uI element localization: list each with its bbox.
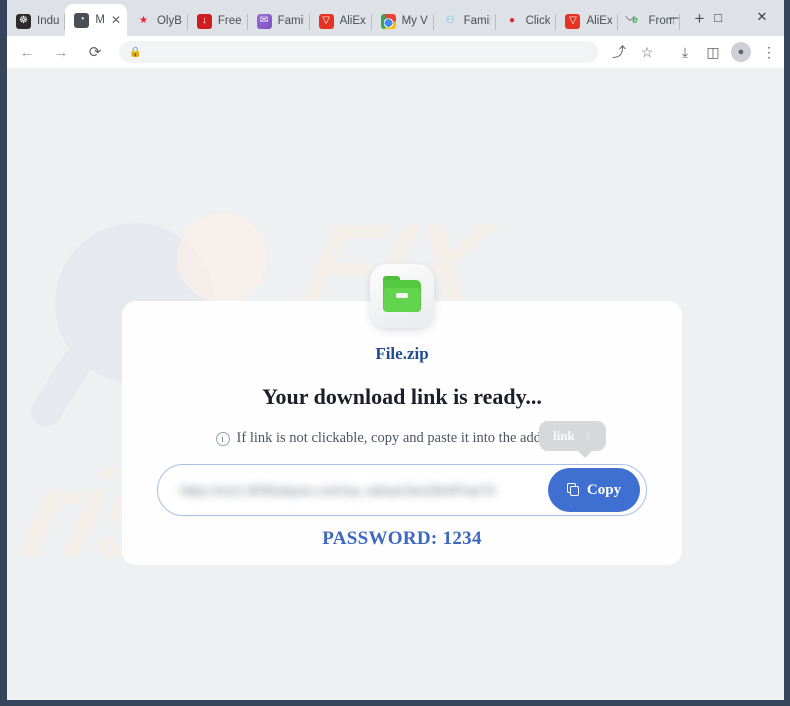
browser-tab-label: AliEx xyxy=(339,15,366,27)
forward-button[interactable]: → xyxy=(47,38,75,66)
aliexpress-icon: ▽ xyxy=(565,13,581,29)
downloads-icon[interactable]: ⤓ xyxy=(672,39,698,65)
browser-tab-label: Famil xyxy=(277,15,304,27)
share-icon[interactable]: ⤴ xyxy=(606,39,632,65)
back-button[interactable]: ← xyxy=(13,38,41,66)
gamepad-icon: ⚇ xyxy=(445,15,455,26)
page-viewport: FIX risk.com File.zip Your downlo xyxy=(7,68,784,700)
tab-list: ☸ Indu ◔ M ✕ ★ OlyB ↓ Free ✉ Famil ▽ AliEx My V ⚇ Famil… xyxy=(7,0,681,36)
tab-strip: ☸ Indu ◔ M ✕ ★ OlyB ↓ Free ✉ Famil ▽ AliEx My V ⚇ Famil… xyxy=(7,0,784,36)
browser-tab-1[interactable]: ◔ M ✕ xyxy=(65,4,127,36)
download-link-input[interactable]: https://s1t1.85/8sdqsso.com/sq.-adsad.8s… xyxy=(180,479,548,501)
file-name: File.zip xyxy=(375,344,429,363)
chrome-icon xyxy=(380,13,396,29)
browser-tab-label: My V xyxy=(401,15,428,27)
browser-tab-6[interactable]: My V xyxy=(372,6,434,36)
copy-button-label: Copy xyxy=(586,481,622,498)
tab-close-icon[interactable]: ✕ xyxy=(109,13,123,27)
window-controls: ⌵ ─ □ ✕ xyxy=(608,0,784,34)
lock-icon: 🔒 xyxy=(129,46,142,58)
window-left-border xyxy=(0,0,7,706)
browser-tab-label: Indu xyxy=(37,15,60,27)
reload-button[interactable]: ⟳ xyxy=(81,38,109,66)
link-tooltip: link ↓ xyxy=(539,421,606,458)
browser-tab-label: Free xyxy=(217,15,242,27)
copy-icon xyxy=(566,483,580,497)
page-title: Your download link is ready... xyxy=(262,384,542,409)
link-tooltip-label: link xyxy=(553,428,575,443)
side-panel-icon[interactable]: ◫ xyxy=(700,39,726,65)
download-link-row[interactable]: https://s1t1.85/8sdqsso.com/sq.-adsad.8s… xyxy=(157,464,647,516)
password-text: PASSWORD: 1234 xyxy=(322,528,482,549)
window-bottom-border xyxy=(0,700,790,706)
close-button[interactable]: ✕ xyxy=(740,0,784,34)
browser-tab-3[interactable]: ↓ Free xyxy=(188,6,248,36)
browser-tab-label: M xyxy=(95,14,105,26)
browser-toolbar: ← → ⟳ 🔒 ⤴ ☆ ⤓ ◫ ● ⋮ xyxy=(7,36,784,68)
instruction-label: If link is not clickable, copy and paste… xyxy=(236,430,589,446)
browser-tab-8[interactable]: ● Click xyxy=(496,6,557,36)
browser-tab-2[interactable]: ★ OlyB xyxy=(127,6,188,36)
bookmark-star-icon[interactable]: ☆ xyxy=(634,39,660,65)
avatar: ● xyxy=(731,42,751,62)
browser-tab-0[interactable]: ☸ Indu xyxy=(7,6,66,36)
browser-tab-label: Famil xyxy=(463,15,490,27)
globe-icon: ◔ xyxy=(74,12,90,28)
red-circle-icon: ● xyxy=(509,15,516,26)
decor-blob xyxy=(177,213,267,303)
chrome-menu-icon[interactable]: ⋮ xyxy=(756,39,782,65)
browser-tab-label: Click xyxy=(525,15,551,27)
tab-search-button[interactable]: ⌵ xyxy=(608,0,652,34)
aliexpress-icon: ▽ xyxy=(318,13,334,29)
browser-window: ☸ Indu ◔ M ✕ ★ OlyB ↓ Free ✉ Famil ▽ AliEx My V ⚇ Famil… xyxy=(0,0,790,706)
profile-avatar[interactable]: ● xyxy=(728,39,754,65)
browser-tab-5[interactable]: ▽ AliEx xyxy=(310,6,372,36)
red-square-icon: ↓ xyxy=(196,13,212,29)
arrow-down-icon: ↓ xyxy=(584,428,592,443)
browser-tab-7[interactable]: ⚇ Famil xyxy=(434,6,496,36)
window-right-border xyxy=(784,0,790,706)
info-icon: i xyxy=(215,431,230,446)
zip-folder-icon xyxy=(370,264,434,328)
browser-tab-4[interactable]: ✉ Famil xyxy=(248,6,310,36)
star-icon: ★ xyxy=(139,15,148,26)
purple-circle-icon: ✉ xyxy=(256,13,272,29)
download-card: File.zip Your download link is ready... … xyxy=(122,264,682,565)
copy-button[interactable]: Copy xyxy=(548,468,640,512)
film-reel-icon: ☸ xyxy=(16,13,31,29)
browser-tab-label: OlyB xyxy=(156,15,182,27)
address-bar[interactable]: 🔒 xyxy=(119,41,598,63)
maximize-button[interactable]: □ xyxy=(696,0,740,34)
minimize-button[interactable]: ─ xyxy=(652,0,696,34)
